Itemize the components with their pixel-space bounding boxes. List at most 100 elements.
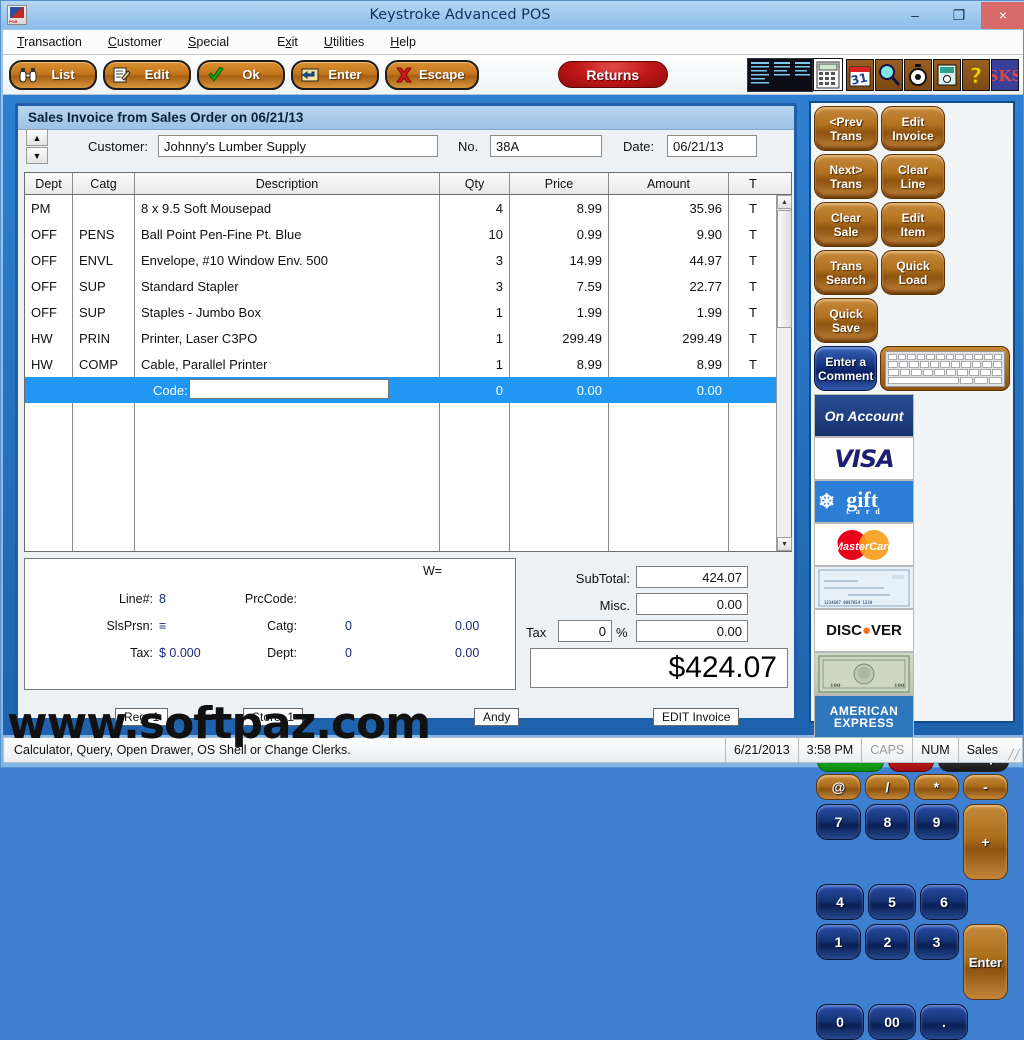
toolbar-enter-button[interactable]: Enter	[291, 59, 379, 90]
toolbar-ok-button[interactable]: Ok	[197, 59, 285, 90]
entry-qty: 0	[440, 377, 510, 403]
key-4[interactable]: 4	[816, 884, 864, 920]
on-screen-keyboard-icon	[885, 350, 1006, 387]
toolbar-escape-button[interactable]: Escape	[385, 59, 479, 90]
key-5[interactable]: 5	[868, 884, 916, 920]
cell-taxable: T	[749, 356, 757, 372]
sks-logo-icon[interactable]: SKS	[991, 58, 1019, 91]
misc-value[interactable]: 0.00	[636, 593, 748, 615]
quick-save-button[interactable]: Quick Save	[814, 298, 878, 343]
resize-grip-icon[interactable]: ╱╱	[1006, 738, 1022, 762]
on-screen-keyboard-button[interactable]	[880, 346, 1010, 391]
payment-mastercard[interactable]: MasterCard	[814, 523, 914, 566]
scroll-down-icon[interactable]: ▼	[777, 537, 792, 551]
table-row[interactable]: OFF ENVL Envelope, #10 Window Env. 500 3…	[25, 247, 791, 273]
payment-on-account[interactable]: On Account	[814, 394, 914, 437]
quick-load-button[interactable]: Quick Load	[881, 250, 945, 295]
key-divide[interactable]: /	[865, 774, 910, 800]
cash-drawer-icon[interactable]	[933, 58, 961, 91]
key-plus[interactable]: +	[963, 804, 1008, 880]
cell-amount: 299.49	[609, 325, 729, 351]
keypad-row-0: 0 00 .	[816, 1004, 1008, 1040]
menu-special[interactable]: Special	[188, 35, 229, 49]
payment-visa[interactable]: VISA	[814, 437, 914, 480]
entry-price: 0.00	[510, 377, 609, 403]
clear-line-button[interactable]: Clear Line	[881, 154, 945, 199]
col-price[interactable]: Price	[510, 173, 609, 194]
edit-item-button[interactable]: Edit Item	[881, 202, 945, 247]
customer-input[interactable]: Johnny's Lumber Supply	[158, 135, 438, 157]
key-1[interactable]: 1	[816, 924, 861, 960]
key-enter[interactable]: Enter	[963, 924, 1008, 1000]
key-minus[interactable]: -	[963, 774, 1008, 800]
toolbar-edit-button[interactable]: Edit	[103, 59, 191, 90]
code-input[interactable]	[189, 379, 389, 399]
returns-button[interactable]: Returns	[557, 61, 668, 88]
key-9[interactable]: 9	[914, 804, 959, 840]
table-row[interactable]: OFF PENS Ball Point Pen-Fine Pt. Blue 10…	[25, 221, 791, 247]
col-amount[interactable]: Amount	[609, 173, 729, 194]
col-qty[interactable]: Qty	[440, 173, 510, 194]
receipt-display-icon[interactable]	[747, 57, 813, 92]
next-trans-button[interactable]: Next> Trans	[814, 154, 878, 199]
scroll-up-icon[interactable]: ▲	[777, 195, 792, 209]
cell-catg	[73, 195, 135, 221]
payment-gift-card[interactable]: ❄ gift c a r d	[814, 480, 914, 523]
toolbar-list-button[interactable]: List	[9, 59, 97, 90]
key-0[interactable]: 0	[816, 1004, 864, 1040]
menu-transaction[interactable]: TTransactionransaction	[17, 35, 82, 49]
invoice-no-input[interactable]: 38A	[490, 135, 602, 157]
close-button[interactable]: ×	[981, 1, 1024, 29]
table-row[interactable]: OFF SUP Standard Stapler 3 7.59 22.77 T	[25, 273, 791, 299]
key-3[interactable]: 3	[914, 924, 959, 960]
table-row[interactable]: HW PRIN Printer, Laser C3PO 1 299.49 299…	[25, 325, 791, 351]
key-2[interactable]: 2	[865, 924, 910, 960]
col-taxable[interactable]: T	[729, 173, 777, 194]
edit-invoice-button[interactable]: Edit Invoice	[881, 106, 945, 151]
col-description[interactable]: Description	[135, 173, 440, 194]
table-row[interactable]: HW COMP Cable, Parallel Printer 1 8.99 8…	[25, 351, 791, 377]
clear-sale-button[interactable]: Clear Sale	[814, 202, 878, 247]
key-decimal[interactable]: .	[920, 1004, 968, 1040]
maximize-button[interactable]: ❐	[937, 2, 981, 29]
record-prev-spinner[interactable]: ▲	[26, 129, 48, 146]
magnifier-icon[interactable]	[875, 58, 903, 91]
menu-utilities[interactable]: Utilities	[324, 35, 364, 49]
prev-trans-button[interactable]: <Prev Trans	[814, 106, 878, 151]
trans-search-button[interactable]: Trans Search	[814, 250, 878, 295]
payment-amex[interactable]: AMERICAN EXPRESS	[814, 695, 914, 738]
grid-scrollbar[interactable]: ▲ ▼	[776, 195, 792, 551]
key-at[interactable]: @	[816, 774, 861, 800]
enter-comment-button[interactable]: Enter a Comment	[814, 346, 878, 391]
label: Clear Sale	[830, 210, 862, 239]
menu-customer[interactable]: Customer	[108, 35, 162, 49]
calculator-icon[interactable]	[813, 58, 843, 91]
help-question-icon[interactable]: ?	[962, 58, 990, 91]
menu-exit[interactable]: Exit	[277, 35, 298, 49]
payment-cash[interactable]: 100 100	[814, 652, 914, 695]
key-8[interactable]: 8	[865, 804, 910, 840]
key-7[interactable]: 7	[816, 804, 861, 840]
stopwatch-icon[interactable]	[904, 58, 932, 91]
menu-help[interactable]: Help	[390, 35, 416, 49]
scrollbar-thumb[interactable]	[777, 210, 792, 328]
tax-rate-input[interactable]: 0	[558, 620, 612, 642]
new-line-entry-row[interactable]: Code: 0 0.00 0.00	[25, 377, 791, 403]
table-row[interactable]: PM 8 x 9.5 Soft Mousepad 4 8.99 35.96 T	[25, 195, 791, 221]
record-next-spinner[interactable]: ▼	[26, 147, 48, 164]
tax-amount-value: 0.00	[636, 620, 748, 642]
comment-row: Enter a Comment	[811, 346, 1013, 394]
payment-discover[interactable]: DISC●VER	[814, 609, 914, 652]
minimize-button[interactable]: –	[893, 2, 937, 29]
key-6[interactable]: 6	[920, 884, 968, 920]
salesperson-value[interactable]: ≡	[159, 619, 166, 633]
key-double-zero[interactable]: 00	[868, 1004, 916, 1040]
key-multiply[interactable]: *	[914, 774, 959, 800]
invoice-date-input[interactable]: 06/21/13	[667, 135, 757, 157]
table-row[interactable]: OFF SUP Staples - Jumbo Box 1 1.99 1.99 …	[25, 299, 791, 325]
col-dept[interactable]: Dept	[25, 173, 73, 194]
payment-check[interactable]: 1234567 0987654 1234	[814, 566, 914, 609]
invoice-header-row: ▲ ▼ Customer: Johnny's Lumber Supply No.…	[18, 129, 794, 166]
calendar-icon[interactable]: 31	[846, 58, 874, 91]
col-catg[interactable]: Catg	[73, 173, 135, 194]
